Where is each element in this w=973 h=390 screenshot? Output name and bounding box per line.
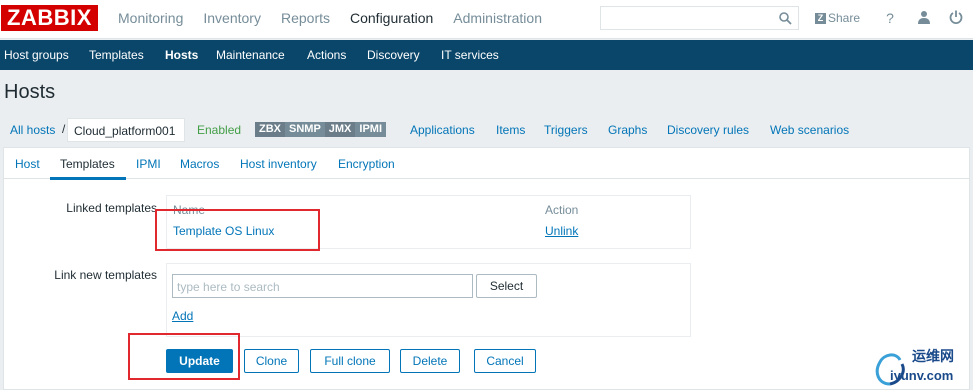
tab-macros[interactable]: Macros	[180, 157, 219, 171]
nav-host-groups[interactable]: Host groups	[4, 48, 69, 62]
badge-jmx: JMX	[324, 122, 356, 137]
top-menu-configuration[interactable]: Configuration	[350, 10, 433, 26]
highlight-box-linked-template	[155, 209, 320, 251]
link-new-templates-label: Link new templates	[54, 268, 157, 282]
column-header-action: Action	[545, 203, 579, 217]
availability-badges: ZBX SNMP JMX IPMI	[255, 122, 387, 137]
discovery-rules-link[interactable]: Discovery rules	[667, 123, 749, 137]
tab-host[interactable]: Host	[15, 157, 40, 171]
tab-ipmi[interactable]: IPMI	[136, 157, 161, 171]
tab-host-inventory[interactable]: Host inventory	[240, 157, 317, 171]
watermark-line2: iyunv.com	[890, 368, 954, 383]
breadcrumb-separator: /	[62, 122, 66, 136]
share-link[interactable]: Z Share	[815, 11, 860, 25]
current-host-name: Cloud_platform001	[67, 118, 185, 142]
unlink-link[interactable]: Unlink	[545, 224, 578, 238]
triggers-link[interactable]: Triggers	[544, 123, 588, 137]
add-link[interactable]: Add	[172, 309, 193, 323]
nav-hosts[interactable]: Hosts	[165, 48, 198, 62]
zabbix-logo[interactable]: ZABBIX	[1, 5, 98, 31]
help-icon[interactable]: ?	[882, 10, 898, 26]
highlight-box-update	[128, 333, 240, 380]
zabbix-share-icon: Z	[815, 12, 826, 24]
top-menu: Monitoring Inventory Reports Configurati…	[118, 10, 562, 26]
web-scenarios-link[interactable]: Web scenarios	[770, 123, 849, 137]
nav-discovery[interactable]: Discovery	[367, 48, 420, 62]
delete-button[interactable]: Delete	[400, 349, 460, 373]
badge-ipmi: IPMI	[359, 123, 383, 135]
nav-actions[interactable]: Actions	[307, 48, 346, 62]
watermark-line1: 运维网	[912, 348, 954, 364]
active-tab-indicator	[50, 177, 126, 180]
form-tabs: Host Templates IPMI Macros Host inventor…	[4, 148, 969, 180]
top-bar: ZABBIX Monitoring Inventory Reports Conf…	[0, 0, 973, 39]
nav-maintenance[interactable]: Maintenance	[216, 48, 285, 62]
graphs-link[interactable]: Graphs	[608, 123, 647, 137]
items-link[interactable]: Items	[496, 123, 525, 137]
badge-snmp: SNMP	[289, 123, 321, 135]
linked-templates-label: Linked templates	[66, 201, 157, 215]
sign-out-icon[interactable]	[948, 10, 964, 26]
top-menu-administration[interactable]: Administration	[453, 10, 542, 26]
nav-it-services[interactable]: IT services	[441, 48, 499, 62]
template-search-input[interactable]: type here to search	[172, 274, 473, 298]
search-icon[interactable]	[778, 11, 792, 25]
nav-templates[interactable]: Templates	[89, 48, 144, 62]
sub-nav-bar: Host groups Templates Hosts Maintenance …	[0, 40, 973, 70]
applications-link[interactable]: Applications	[410, 123, 475, 137]
top-menu-inventory[interactable]: Inventory	[203, 10, 261, 26]
host-navigation: All hosts / Cloud_platform001 Enabled ZB…	[0, 116, 973, 144]
search-input[interactable]	[600, 6, 799, 30]
cancel-button[interactable]: Cancel	[474, 349, 536, 373]
page-title: Hosts	[4, 81, 56, 103]
all-hosts-link[interactable]: All hosts	[10, 123, 55, 137]
select-button[interactable]: Select	[476, 274, 537, 298]
top-menu-reports[interactable]: Reports	[281, 10, 330, 26]
watermark-logo: 运维网 iyunv.com	[868, 342, 973, 390]
tab-encryption[interactable]: Encryption	[338, 157, 395, 171]
top-menu-monitoring[interactable]: Monitoring	[118, 10, 183, 26]
badge-zbx: ZBX	[255, 122, 285, 137]
clone-button[interactable]: Clone	[244, 349, 299, 373]
full-clone-button[interactable]: Full clone	[310, 349, 390, 373]
user-profile-icon[interactable]	[916, 10, 932, 26]
host-status-enabled[interactable]: Enabled	[197, 123, 241, 137]
tab-templates[interactable]: Templates	[60, 157, 115, 171]
share-label: Share	[828, 11, 861, 25]
